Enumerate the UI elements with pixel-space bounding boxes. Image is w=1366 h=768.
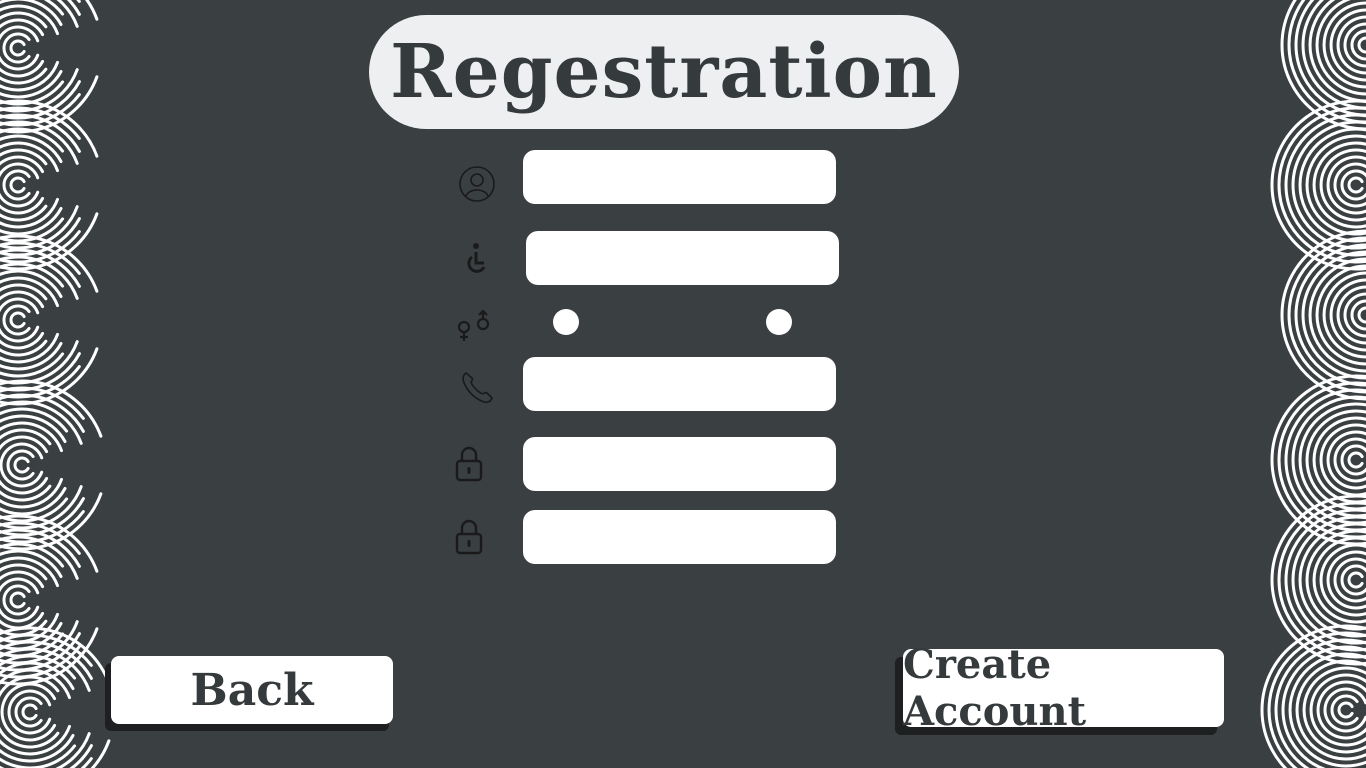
gender-symbols-icon — [454, 306, 494, 346]
page-title: Regestration — [390, 29, 938, 115]
registration-screen: Regestration Back Create Account — [0, 0, 1366, 768]
gender-radio-female[interactable] — [553, 309, 579, 335]
fingerprint-decoration-left — [0, 0, 111, 768]
phone-input[interactable] — [523, 357, 836, 411]
user-circle-icon — [457, 164, 497, 204]
password-input[interactable] — [523, 437, 836, 491]
phone-icon — [457, 367, 497, 407]
gender-radio-male[interactable] — [766, 309, 792, 335]
lock-icon — [449, 444, 489, 484]
back-button[interactable]: Back — [111, 656, 393, 724]
confirm-password-input[interactable] — [523, 510, 836, 564]
title-banner: Regestration — [369, 15, 959, 129]
username-input[interactable] — [523, 150, 836, 204]
create-account-button[interactable]: Create Account — [903, 641, 1224, 735]
lock-icon — [449, 517, 489, 557]
create-account-button-label: Create Account — [903, 641, 1087, 735]
accessibility-icon — [458, 238, 498, 278]
second-input[interactable] — [526, 231, 839, 285]
back-button-label: Back — [190, 664, 314, 716]
fingerprint-decoration-right — [1260, 0, 1366, 768]
